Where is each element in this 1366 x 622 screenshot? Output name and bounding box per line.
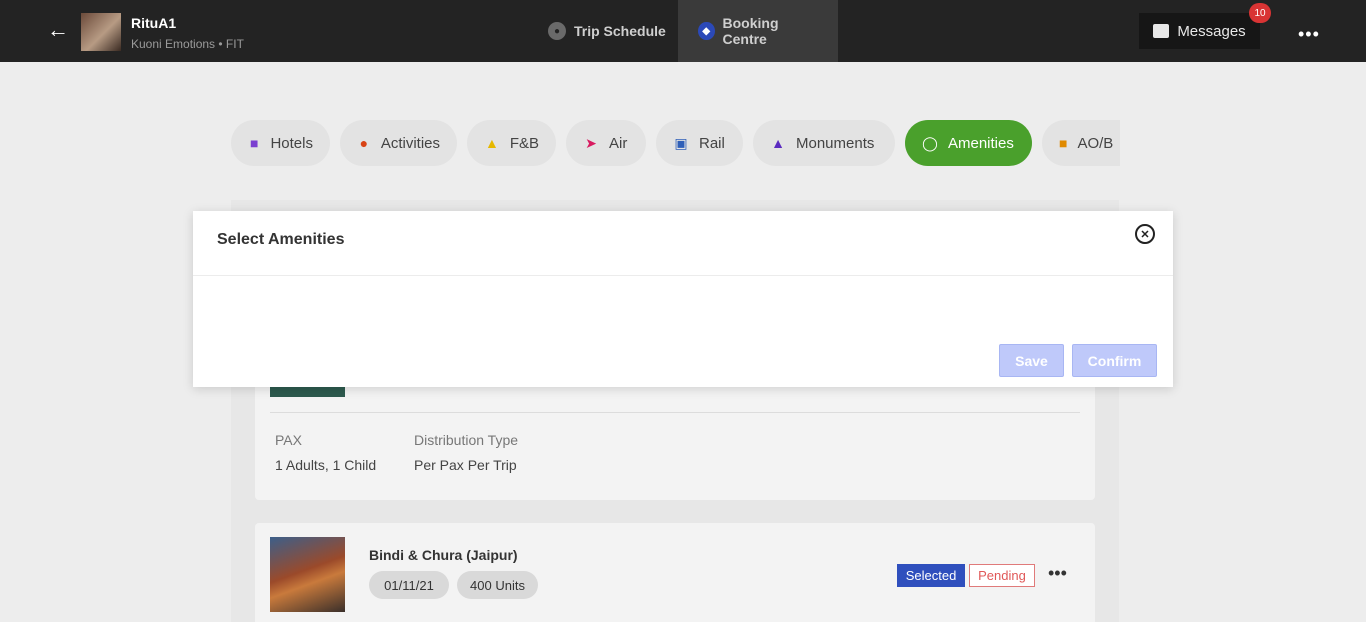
select-amenities-modal: Select Amenities ✕ Save Confirm (193, 211, 1173, 387)
modal-divider (193, 275, 1173, 276)
modal-title: Select Amenities (217, 231, 345, 248)
save-button[interactable]: Save (999, 344, 1064, 377)
confirm-button[interactable]: Confirm (1072, 344, 1157, 377)
close-icon[interactable]: ✕ (1135, 224, 1155, 244)
